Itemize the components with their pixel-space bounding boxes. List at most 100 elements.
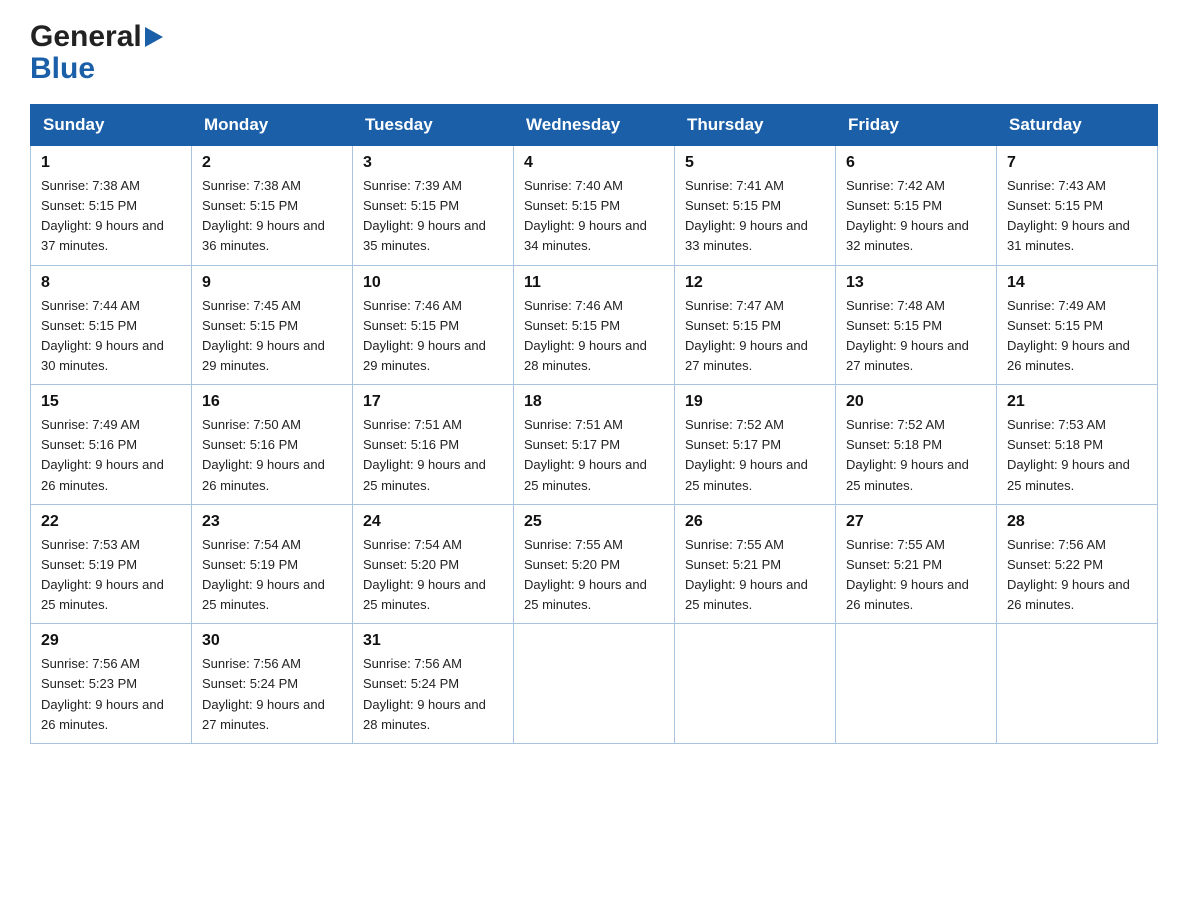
calendar-day-cell: 22 Sunrise: 7:53 AMSunset: 5:19 PMDaylig… [31, 504, 192, 624]
day-info: Sunrise: 7:54 AMSunset: 5:20 PMDaylight:… [363, 535, 503, 616]
calendar-week-row: 29 Sunrise: 7:56 AMSunset: 5:23 PMDaylig… [31, 624, 1158, 744]
day-number: 23 [202, 513, 342, 531]
day-info: Sunrise: 7:52 AMSunset: 5:18 PMDaylight:… [846, 415, 986, 496]
calendar-day-cell: 18 Sunrise: 7:51 AMSunset: 5:17 PMDaylig… [514, 385, 675, 505]
day-number: 19 [685, 393, 825, 411]
column-header-friday: Friday [836, 105, 997, 146]
day-number: 28 [1007, 513, 1147, 531]
calendar-day-cell: 19 Sunrise: 7:52 AMSunset: 5:17 PMDaylig… [675, 385, 836, 505]
day-number: 11 [524, 274, 664, 292]
day-number: 1 [41, 154, 181, 172]
calendar-day-cell: 15 Sunrise: 7:49 AMSunset: 5:16 PMDaylig… [31, 385, 192, 505]
calendar-day-cell [675, 624, 836, 744]
day-info: Sunrise: 7:48 AMSunset: 5:15 PMDaylight:… [846, 296, 986, 377]
day-number: 15 [41, 393, 181, 411]
day-info: Sunrise: 7:53 AMSunset: 5:18 PMDaylight:… [1007, 415, 1147, 496]
logo-blue-text: Blue [30, 52, 95, 86]
day-info: Sunrise: 7:56 AMSunset: 5:22 PMDaylight:… [1007, 535, 1147, 616]
calendar-day-cell: 24 Sunrise: 7:54 AMSunset: 5:20 PMDaylig… [353, 504, 514, 624]
calendar-week-row: 15 Sunrise: 7:49 AMSunset: 5:16 PMDaylig… [31, 385, 1158, 505]
calendar-day-cell: 5 Sunrise: 7:41 AMSunset: 5:15 PMDayligh… [675, 146, 836, 266]
day-info: Sunrise: 7:56 AMSunset: 5:24 PMDaylight:… [202, 654, 342, 735]
day-number: 12 [685, 274, 825, 292]
calendar-day-cell: 13 Sunrise: 7:48 AMSunset: 5:15 PMDaylig… [836, 265, 997, 385]
day-number: 21 [1007, 393, 1147, 411]
calendar-day-cell: 31 Sunrise: 7:56 AMSunset: 5:24 PMDaylig… [353, 624, 514, 744]
calendar-day-cell: 10 Sunrise: 7:46 AMSunset: 5:15 PMDaylig… [353, 265, 514, 385]
calendar-week-row: 8 Sunrise: 7:44 AMSunset: 5:15 PMDayligh… [31, 265, 1158, 385]
day-info: Sunrise: 7:55 AMSunset: 5:20 PMDaylight:… [524, 535, 664, 616]
day-number: 17 [363, 393, 503, 411]
calendar-day-cell: 1 Sunrise: 7:38 AMSunset: 5:15 PMDayligh… [31, 146, 192, 266]
day-number: 20 [846, 393, 986, 411]
day-number: 22 [41, 513, 181, 531]
day-number: 16 [202, 393, 342, 411]
calendar-day-cell: 25 Sunrise: 7:55 AMSunset: 5:20 PMDaylig… [514, 504, 675, 624]
calendar-day-cell: 20 Sunrise: 7:52 AMSunset: 5:18 PMDaylig… [836, 385, 997, 505]
day-number: 25 [524, 513, 664, 531]
day-info: Sunrise: 7:56 AMSunset: 5:24 PMDaylight:… [363, 654, 503, 735]
day-info: Sunrise: 7:55 AMSunset: 5:21 PMDaylight:… [846, 535, 986, 616]
calendar-day-cell [997, 624, 1158, 744]
day-info: Sunrise: 7:44 AMSunset: 5:15 PMDaylight:… [41, 296, 181, 377]
day-number: 5 [685, 154, 825, 172]
column-header-sunday: Sunday [31, 105, 192, 146]
day-info: Sunrise: 7:46 AMSunset: 5:15 PMDaylight:… [363, 296, 503, 377]
calendar-day-cell: 14 Sunrise: 7:49 AMSunset: 5:15 PMDaylig… [997, 265, 1158, 385]
logo-arrow-icon [145, 27, 163, 47]
calendar-day-cell: 26 Sunrise: 7:55 AMSunset: 5:21 PMDaylig… [675, 504, 836, 624]
day-info: Sunrise: 7:55 AMSunset: 5:21 PMDaylight:… [685, 535, 825, 616]
day-info: Sunrise: 7:39 AMSunset: 5:15 PMDaylight:… [363, 176, 503, 257]
day-info: Sunrise: 7:43 AMSunset: 5:15 PMDaylight:… [1007, 176, 1147, 257]
day-info: Sunrise: 7:47 AMSunset: 5:15 PMDaylight:… [685, 296, 825, 377]
calendar-day-cell: 12 Sunrise: 7:47 AMSunset: 5:15 PMDaylig… [675, 265, 836, 385]
day-info: Sunrise: 7:53 AMSunset: 5:19 PMDaylight:… [41, 535, 181, 616]
day-number: 26 [685, 513, 825, 531]
calendar-week-row: 1 Sunrise: 7:38 AMSunset: 5:15 PMDayligh… [31, 146, 1158, 266]
day-info: Sunrise: 7:40 AMSunset: 5:15 PMDaylight:… [524, 176, 664, 257]
day-info: Sunrise: 7:52 AMSunset: 5:17 PMDaylight:… [685, 415, 825, 496]
day-info: Sunrise: 7:45 AMSunset: 5:15 PMDaylight:… [202, 296, 342, 377]
column-header-monday: Monday [192, 105, 353, 146]
day-number: 2 [202, 154, 342, 172]
day-number: 14 [1007, 274, 1147, 292]
day-number: 4 [524, 154, 664, 172]
day-number: 27 [846, 513, 986, 531]
day-info: Sunrise: 7:41 AMSunset: 5:15 PMDaylight:… [685, 176, 825, 257]
day-info: Sunrise: 7:50 AMSunset: 5:16 PMDaylight:… [202, 415, 342, 496]
column-header-tuesday: Tuesday [353, 105, 514, 146]
calendar-day-cell: 30 Sunrise: 7:56 AMSunset: 5:24 PMDaylig… [192, 624, 353, 744]
day-number: 29 [41, 632, 181, 650]
day-info: Sunrise: 7:46 AMSunset: 5:15 PMDaylight:… [524, 296, 664, 377]
calendar-day-cell: 8 Sunrise: 7:44 AMSunset: 5:15 PMDayligh… [31, 265, 192, 385]
calendar-day-cell: 11 Sunrise: 7:46 AMSunset: 5:15 PMDaylig… [514, 265, 675, 385]
day-number: 30 [202, 632, 342, 650]
calendar-day-cell: 27 Sunrise: 7:55 AMSunset: 5:21 PMDaylig… [836, 504, 997, 624]
calendar-day-cell: 7 Sunrise: 7:43 AMSunset: 5:15 PMDayligh… [997, 146, 1158, 266]
day-info: Sunrise: 7:49 AMSunset: 5:16 PMDaylight:… [41, 415, 181, 496]
column-header-saturday: Saturday [997, 105, 1158, 146]
calendar-week-row: 22 Sunrise: 7:53 AMSunset: 5:19 PMDaylig… [31, 504, 1158, 624]
calendar-day-cell: 9 Sunrise: 7:45 AMSunset: 5:15 PMDayligh… [192, 265, 353, 385]
day-info: Sunrise: 7:38 AMSunset: 5:15 PMDaylight:… [41, 176, 181, 257]
day-info: Sunrise: 7:38 AMSunset: 5:15 PMDaylight:… [202, 176, 342, 257]
calendar-table: SundayMondayTuesdayWednesdayThursdayFrid… [30, 104, 1158, 744]
day-info: Sunrise: 7:51 AMSunset: 5:16 PMDaylight:… [363, 415, 503, 496]
calendar-day-cell: 3 Sunrise: 7:39 AMSunset: 5:15 PMDayligh… [353, 146, 514, 266]
calendar-day-cell: 28 Sunrise: 7:56 AMSunset: 5:22 PMDaylig… [997, 504, 1158, 624]
day-info: Sunrise: 7:42 AMSunset: 5:15 PMDaylight:… [846, 176, 986, 257]
calendar-header-row: SundayMondayTuesdayWednesdayThursdayFrid… [31, 105, 1158, 146]
logo-general-text: General [30, 20, 142, 54]
day-info: Sunrise: 7:54 AMSunset: 5:19 PMDaylight:… [202, 535, 342, 616]
column-header-wednesday: Wednesday [514, 105, 675, 146]
page-header: General Blue [30, 20, 1158, 86]
day-number: 8 [41, 274, 181, 292]
day-number: 10 [363, 274, 503, 292]
day-number: 24 [363, 513, 503, 531]
day-number: 13 [846, 274, 986, 292]
day-number: 18 [524, 393, 664, 411]
day-info: Sunrise: 7:56 AMSunset: 5:23 PMDaylight:… [41, 654, 181, 735]
day-number: 7 [1007, 154, 1147, 172]
calendar-day-cell: 17 Sunrise: 7:51 AMSunset: 5:16 PMDaylig… [353, 385, 514, 505]
calendar-day-cell: 2 Sunrise: 7:38 AMSunset: 5:15 PMDayligh… [192, 146, 353, 266]
